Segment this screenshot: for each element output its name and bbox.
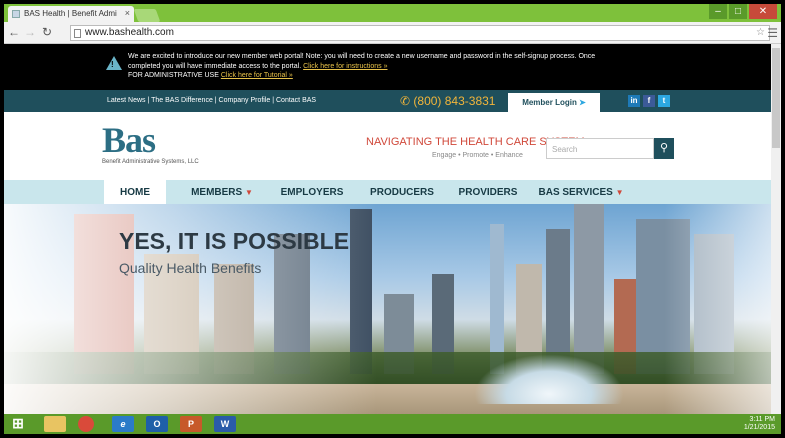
address-bar[interactable]: www.bashealth.com ☆ <box>70 25 770 41</box>
browser-tab[interactable]: BAS Health | Benefit Admi × <box>8 6 134 22</box>
phone-icon: ✆ <box>400 94 411 108</box>
system-tray[interactable]: 3:11 PM 1/21/2015 <box>744 416 775 432</box>
page-icon <box>74 29 81 38</box>
notice-line-2: completed you will have immediate access… <box>128 62 688 72</box>
chrome-icon[interactable] <box>78 416 94 432</box>
clock-time: 3:11 PM <box>749 416 775 423</box>
hero-banner: YES, IT IS POSSIBLE Quality Health Benef… <box>4 204 781 414</box>
social-links: in f t <box>628 95 670 107</box>
hero-title: YES, IT IS POSSIBLE <box>119 228 350 254</box>
clock-date: 1/21/2015 <box>743 424 775 431</box>
twitter-icon[interactable]: t <box>658 95 670 107</box>
close-tab-icon[interactable]: × <box>125 8 130 18</box>
hero-subtitle: Quality Health Benefits <box>119 260 262 276</box>
outlook-icon[interactable]: O <box>146 416 168 432</box>
nav-providers[interactable]: PROVIDERS <box>448 180 528 204</box>
search-input[interactable]: Search <box>546 138 654 159</box>
forward-arrow-icon[interactable]: → <box>24 25 36 39</box>
page-favicon-icon <box>12 10 20 18</box>
chevron-down-icon: ▼ <box>244 188 253 197</box>
tab-strip: BAS Health | Benefit Admi × – □ ✕ <box>4 4 781 22</box>
powerpoint-icon[interactable]: P <box>180 416 202 432</box>
notice-line-3: FOR ADMINISTRATIVE USE Click here for Tu… <box>128 71 688 81</box>
member-login-label: Member Login <box>522 98 577 107</box>
notice-line-2-text: completed you will have immediate access… <box>128 62 302 70</box>
browser-toolbar: ← → ↻ www.bashealth.com ☆ ☰ <box>4 22 781 44</box>
warning-icon <box>106 56 122 70</box>
maximize-icon[interactable]: □ <box>729 4 747 19</box>
notice-banner: ! We are excited to introduce our new me… <box>4 44 781 90</box>
main-nav: HOME MEMBERS ▼ EMPLOYERS PRODUCERS PROVI… <box>4 180 781 204</box>
window-controls: – □ ✕ <box>709 4 777 20</box>
arrow-circle-icon: ➤ <box>579 98 586 107</box>
windows-start-icon[interactable]: ⊞ <box>8 416 28 432</box>
phone-number[interactable]: ✆ (800) 843-3831 <box>400 94 495 108</box>
nav-bas-services[interactable]: BAS SERVICES ▼ <box>536 180 626 204</box>
nav-members[interactable]: MEMBERS ▼ <box>182 180 262 204</box>
bookmark-star-icon[interactable]: ☆ <box>756 27 765 38</box>
nav-employers[interactable]: EMPLOYERS <box>272 180 352 204</box>
minimize-icon[interactable]: – <box>709 4 727 19</box>
logo-subtitle: Benefit Administrative Systems, LLC <box>102 159 199 165</box>
site-header: Bas Benefit Administrative Systems, LLC … <box>4 112 781 180</box>
file-explorer-icon[interactable] <box>44 416 66 432</box>
menu-icon[interactable]: ☰ <box>767 26 778 40</box>
notice-text: We are excited to introduce our new memb… <box>128 52 688 81</box>
notice-line-1: We are excited to introduce our new memb… <box>128 53 596 60</box>
internet-explorer-icon[interactable]: e <box>112 416 134 432</box>
nav-producers[interactable]: PRODUCERS <box>362 180 442 204</box>
warning-exclamation: ! <box>111 60 114 69</box>
nav-home[interactable]: HOME <box>104 180 166 204</box>
reload-icon[interactable]: ↻ <box>42 25 52 39</box>
tab-title: BAS Health | Benefit Admi <box>24 9 117 18</box>
new-tab-button[interactable] <box>133 9 161 22</box>
tagline-sub: Engage • Promote • Enhance <box>432 152 523 159</box>
back-arrow-icon[interactable]: ← <box>8 25 20 39</box>
chevron-down-icon: ▼ <box>615 188 624 197</box>
browser-window: BAS Health | Benefit Admi × – □ ✕ ← → ↻ … <box>4 4 781 434</box>
url-text: www.bashealth.com <box>85 27 174 38</box>
top-links[interactable]: Latest News | The BAS Difference | Compa… <box>107 97 316 104</box>
bas-logo[interactable]: Bas <box>102 122 156 158</box>
instructions-link[interactable]: Click here for instructions » <box>303 63 387 70</box>
notice-line-3-text: FOR ADMINISTRATIVE USE <box>128 72 219 79</box>
phone-text: (800) 843-3831 <box>413 94 496 108</box>
top-bar: Latest News | The BAS Difference | Compa… <box>4 90 781 112</box>
member-login-button[interactable]: Member Login ➤ <box>508 93 600 112</box>
nav-members-label: MEMBERS <box>191 187 243 198</box>
scrollbar-thumb[interactable] <box>772 48 780 148</box>
tutorial-link[interactable]: Click here for Tutorial » <box>221 72 293 79</box>
search-icon[interactable]: ⚲ <box>654 138 674 159</box>
linkedin-icon[interactable]: in <box>628 95 640 107</box>
nav-services-label: BAS SERVICES <box>538 187 613 198</box>
facebook-icon[interactable]: f <box>643 95 655 107</box>
word-icon[interactable]: W <box>214 416 236 432</box>
close-window-icon[interactable]: ✕ <box>749 4 777 19</box>
taskbar: ⊞ e O P W 3:11 PM 1/21/2015 <box>4 414 781 434</box>
